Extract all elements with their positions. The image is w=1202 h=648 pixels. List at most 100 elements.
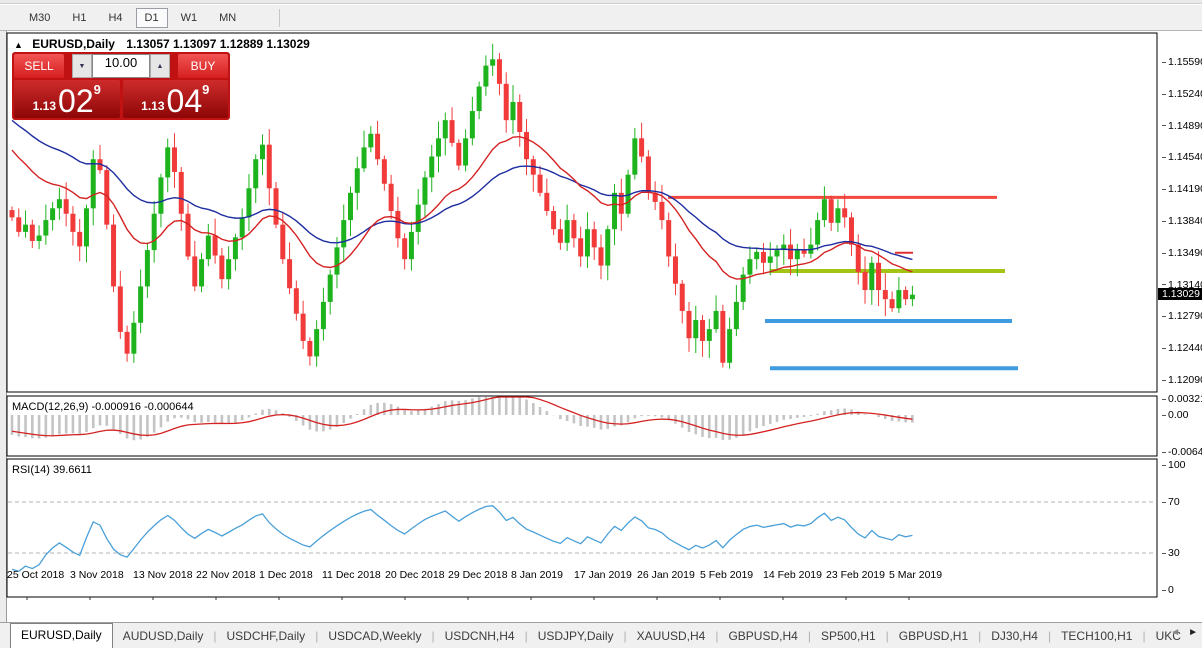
tab-scroll-arrows: ◄ ► [1170,627,1198,638]
chart-tab-usdcnh-h4[interactable]: USDCNH,H4 [435,625,525,648]
candle-body [612,192,618,230]
price-axis-label: 1.14890 [1162,120,1202,132]
candle-body [706,329,712,341]
candle-body [273,188,279,225]
candle-body [496,59,502,84]
candle-body [70,213,76,232]
indicator-axis-label: 100 [1162,459,1186,471]
candle-body [855,244,861,272]
date-axis-label: 8 Jan 2019 [511,569,563,581]
candle-body [199,259,205,287]
candle-body [571,220,577,239]
candle-body [239,217,245,238]
date-axis-label: 5 Mar 2019 [889,569,943,581]
date-axis-label: 26 Jan 2019 [637,569,695,581]
candle-body [490,59,496,66]
candle-body [632,138,638,175]
chart-tab-audusd-daily[interactable]: AUDUSD,Daily [113,625,214,648]
candle-body [557,229,563,243]
candle-body [578,238,584,257]
candle-body [50,208,56,221]
candle-body [801,250,807,254]
candle-body [253,159,259,189]
candle-body [848,217,854,245]
candle-body [287,259,293,289]
candle-body [551,211,557,230]
candle-body [544,192,550,212]
indicator-axis-label: 70 [1162,496,1180,508]
candle-body [449,120,455,143]
candle-body [760,251,766,263]
date-axis-label: 23 Feb 2019 [826,569,885,581]
candle-body [842,208,848,218]
candle-body [700,320,706,341]
date-axis-label: 29 Dec 2018 [448,569,508,581]
candle-body [171,147,177,172]
candle-body [43,220,49,236]
candle-body [517,101,523,132]
chart-tab-gbpusd-h1[interactable]: GBPUSD,H1 [889,625,978,648]
candle-body [415,204,421,232]
candle-body [158,177,164,214]
candle-body [226,259,232,280]
price-axis-label: 1.14540 [1162,151,1202,163]
candle-body [90,159,96,209]
candle-body [56,199,62,209]
candle-body [16,217,22,232]
candle-body [747,259,753,275]
candle-body [422,177,428,205]
chart-tab-tech100-h1[interactable]: TECH100,H1 [1051,625,1142,648]
chart-tab-eurusd-daily[interactable]: EURUSD,Daily [10,623,113,648]
chart-tab-usdcad-weekly[interactable]: USDCAD,Weekly [318,625,431,648]
price-axis-label: 1.12440 [1162,342,1202,354]
indicator-axis-label: 30 [1162,547,1180,559]
tab-scroll-right-icon[interactable]: ► [1188,627,1198,638]
candle-body [9,210,15,218]
candle-body [131,322,137,354]
candle-body [178,171,184,214]
candle-body [503,83,509,121]
candle-body [402,238,408,260]
price-axis-label: 1.15590 [1162,56,1202,68]
chart-tab-gbpusd-h4[interactable]: GBPUSD,H4 [718,625,807,648]
chart-tab-dj30-h4[interactable]: DJ30,H4 [981,625,1048,648]
price-axis-label: 1.12790 [1162,310,1202,322]
date-axis-label: 20 Dec 2018 [385,569,445,581]
chart-tab-usdchf-daily[interactable]: USDCHF,Daily [217,625,316,648]
candle-body [733,301,739,330]
candle-body [29,224,35,241]
candle-body [693,320,699,339]
chart-canvas[interactable] [0,0,1202,648]
candle-body [476,86,482,112]
candle-body [774,250,780,257]
candle-body [117,286,123,332]
candle-body [354,168,360,193]
candle-body [185,213,191,257]
candle-body [219,255,225,280]
date-axis-label: 14 Feb 2019 [763,569,822,581]
candle-body [361,147,367,169]
candle-body [889,299,895,309]
candle-body [192,256,198,287]
chart-tab-usdjpy-daily[interactable]: USDJPY,Daily [528,625,624,648]
chart-tab-sp500-h1[interactable]: SP500,H1 [811,625,886,648]
candle-body [138,286,144,323]
date-axis-label: 3 Nov 2018 [70,569,124,581]
price-axis-label: 1.14190 [1162,183,1202,195]
candle-body [368,133,374,148]
price-axis-label: 1.13140 [1162,279,1202,291]
chart-tab-xauusd-h4[interactable]: XAUUSD,H4 [627,625,716,648]
candle-body [124,331,130,354]
candle-body [639,138,645,157]
candle-body [754,251,760,260]
candle-body [381,159,387,184]
candle-body [144,250,150,287]
tab-scroll-left-icon[interactable]: ◄ [1170,627,1180,638]
candle-body [375,133,381,160]
candle-body [835,208,841,223]
candle-body [767,256,773,263]
indicator-axis-label: -0.006485 [1162,446,1202,458]
candle-body [686,310,692,339]
macd-pane-border [6,395,1158,457]
candle-body [111,224,117,287]
